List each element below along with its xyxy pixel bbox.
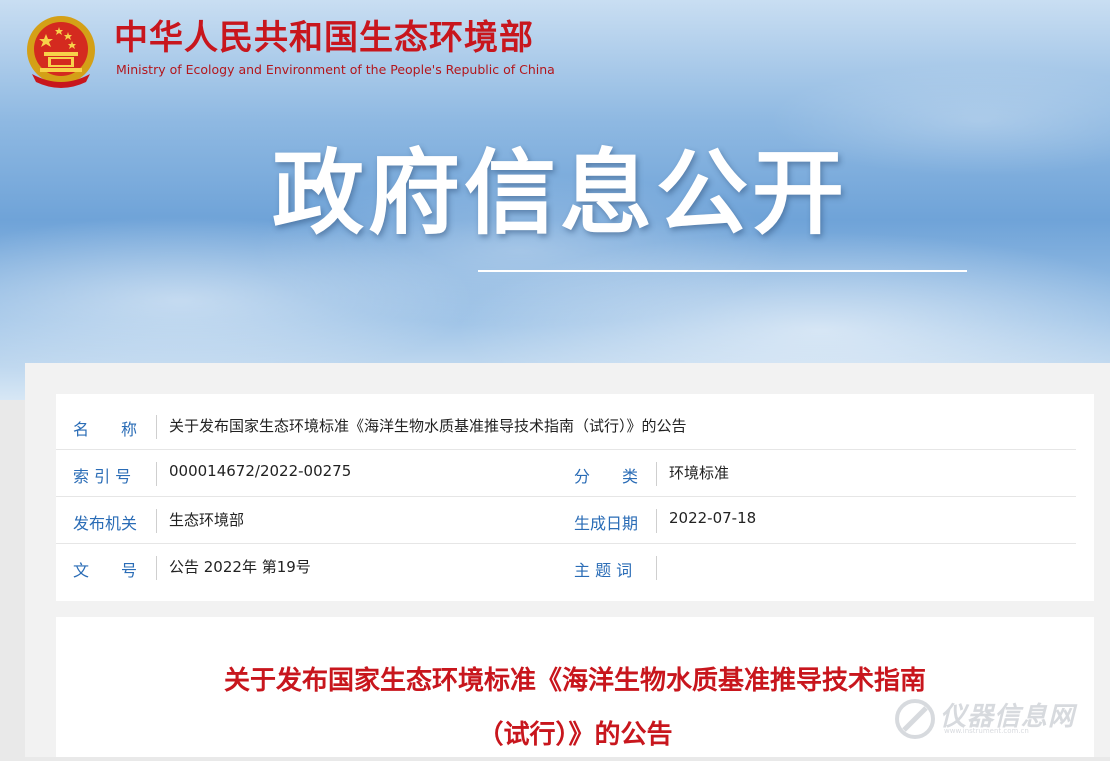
issuer-label: 发布机关: [73, 514, 138, 533]
name-label: 名 称: [73, 420, 138, 439]
separator: [656, 462, 657, 486]
org-name-en: Ministry of Ecology and Environment of t…: [116, 62, 555, 77]
meta-row-docno: 文 号 公告 2022年 第19号 主 题 词: [56, 545, 1094, 591]
row-divider: [56, 496, 1076, 497]
meta-row-issuer: 发布机关 生态环境部 生成日期 2022-07-18: [56, 498, 1094, 544]
index-value: 000014672/2022-00275: [169, 462, 352, 480]
hero-divider: [478, 270, 967, 272]
name-value: 关于发布国家生态环境标准《海洋生物水质基准推导技术指南（试行）》的公告: [169, 417, 687, 435]
header-banner: 中华人民共和国生态环境部 Ministry of Ecology and Env…: [0, 0, 1110, 400]
org-name-cn[interactable]: 中华人民共和国生态环境部: [114, 18, 534, 58]
category-value: 环境标准: [669, 464, 730, 482]
docno-label: 文 号: [73, 561, 138, 580]
separator: [656, 556, 657, 580]
watermark: 仪器信息网 www.instrument.com.cn: [892, 694, 1102, 744]
date-value: 2022-07-18: [669, 509, 757, 527]
docno-value: 公告 2022年 第19号: [169, 558, 311, 576]
category-label: 分 类: [574, 467, 639, 486]
index-label: 索 引 号: [73, 467, 132, 486]
issuer-value: 生态环境部: [169, 511, 245, 529]
date-label: 生成日期: [574, 514, 639, 533]
document-metadata-table: 名 称 关于发布国家生态环境标准《海洋生物水质基准推导技术指南（试行）》的公告 …: [56, 394, 1094, 601]
separator: [656, 509, 657, 533]
meta-row-name: 名 称 关于发布国家生态环境标准《海洋生物水质基准推导技术指南（试行）》的公告: [56, 404, 1094, 450]
row-divider: [56, 449, 1076, 450]
row-divider: [56, 543, 1076, 544]
keywords-label: 主 题 词: [574, 561, 633, 580]
meta-row-index: 索 引 号 000014672/2022-00275 分 类 环境标准: [56, 451, 1094, 497]
watermark-subtext: www.instrument.com.cn: [944, 727, 1029, 735]
separator: [156, 462, 157, 486]
national-emblem-icon: [27, 16, 95, 88]
separator: [156, 509, 157, 533]
page-hero-title: 政府信息公开: [272, 143, 849, 245]
separator: [156, 415, 157, 439]
watermark-logo-icon: [895, 699, 935, 739]
separator: [156, 556, 157, 580]
